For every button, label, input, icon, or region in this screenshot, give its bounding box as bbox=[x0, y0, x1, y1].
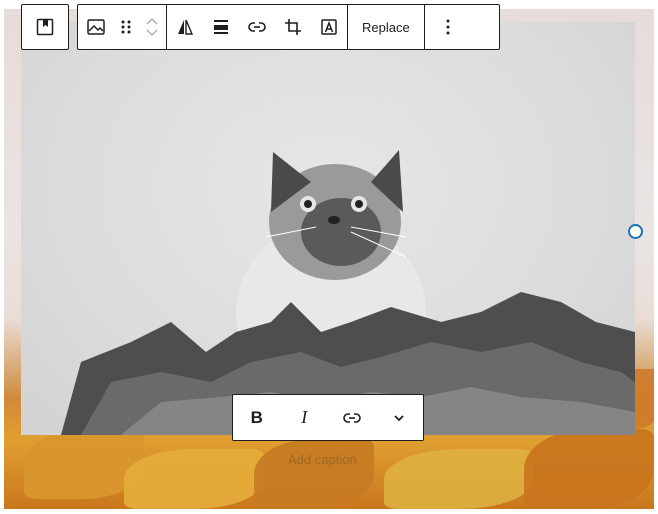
link-icon[interactable] bbox=[239, 5, 275, 49]
selected-image[interactable] bbox=[21, 22, 635, 435]
resize-handle[interactable] bbox=[628, 224, 643, 239]
text-over-image-icon[interactable] bbox=[311, 5, 347, 49]
cat-photo bbox=[61, 150, 635, 435]
crop-icon[interactable] bbox=[275, 5, 311, 49]
bold-button[interactable]: B bbox=[237, 396, 277, 440]
chevron-down-icon[interactable] bbox=[379, 396, 419, 440]
toolbar-group-more bbox=[425, 5, 471, 49]
align-icon[interactable] bbox=[167, 5, 203, 49]
toolbar-group-replace: Replace bbox=[348, 5, 425, 49]
move-up-icon[interactable] bbox=[145, 15, 159, 27]
cover-block-icon[interactable] bbox=[27, 5, 63, 49]
image-icon[interactable] bbox=[78, 5, 114, 49]
more-vertical-icon[interactable] bbox=[425, 5, 471, 49]
wide-width-icon[interactable] bbox=[203, 5, 239, 49]
block-toolbar: Replace bbox=[77, 4, 500, 50]
format-toolbar: B I bbox=[232, 394, 424, 441]
replace-button[interactable]: Replace bbox=[348, 5, 424, 49]
drag-handle-icon[interactable] bbox=[114, 5, 138, 49]
move-down-icon[interactable] bbox=[145, 27, 159, 39]
block-mover bbox=[138, 5, 166, 49]
link-icon[interactable] bbox=[332, 396, 372, 440]
toolbar-group-tools bbox=[167, 5, 348, 49]
block-type-toolbar bbox=[21, 4, 69, 50]
italic-button[interactable]: I bbox=[284, 396, 324, 440]
caption-field[interactable]: Add caption bbox=[288, 452, 357, 467]
toolbar-group-block bbox=[78, 5, 167, 49]
